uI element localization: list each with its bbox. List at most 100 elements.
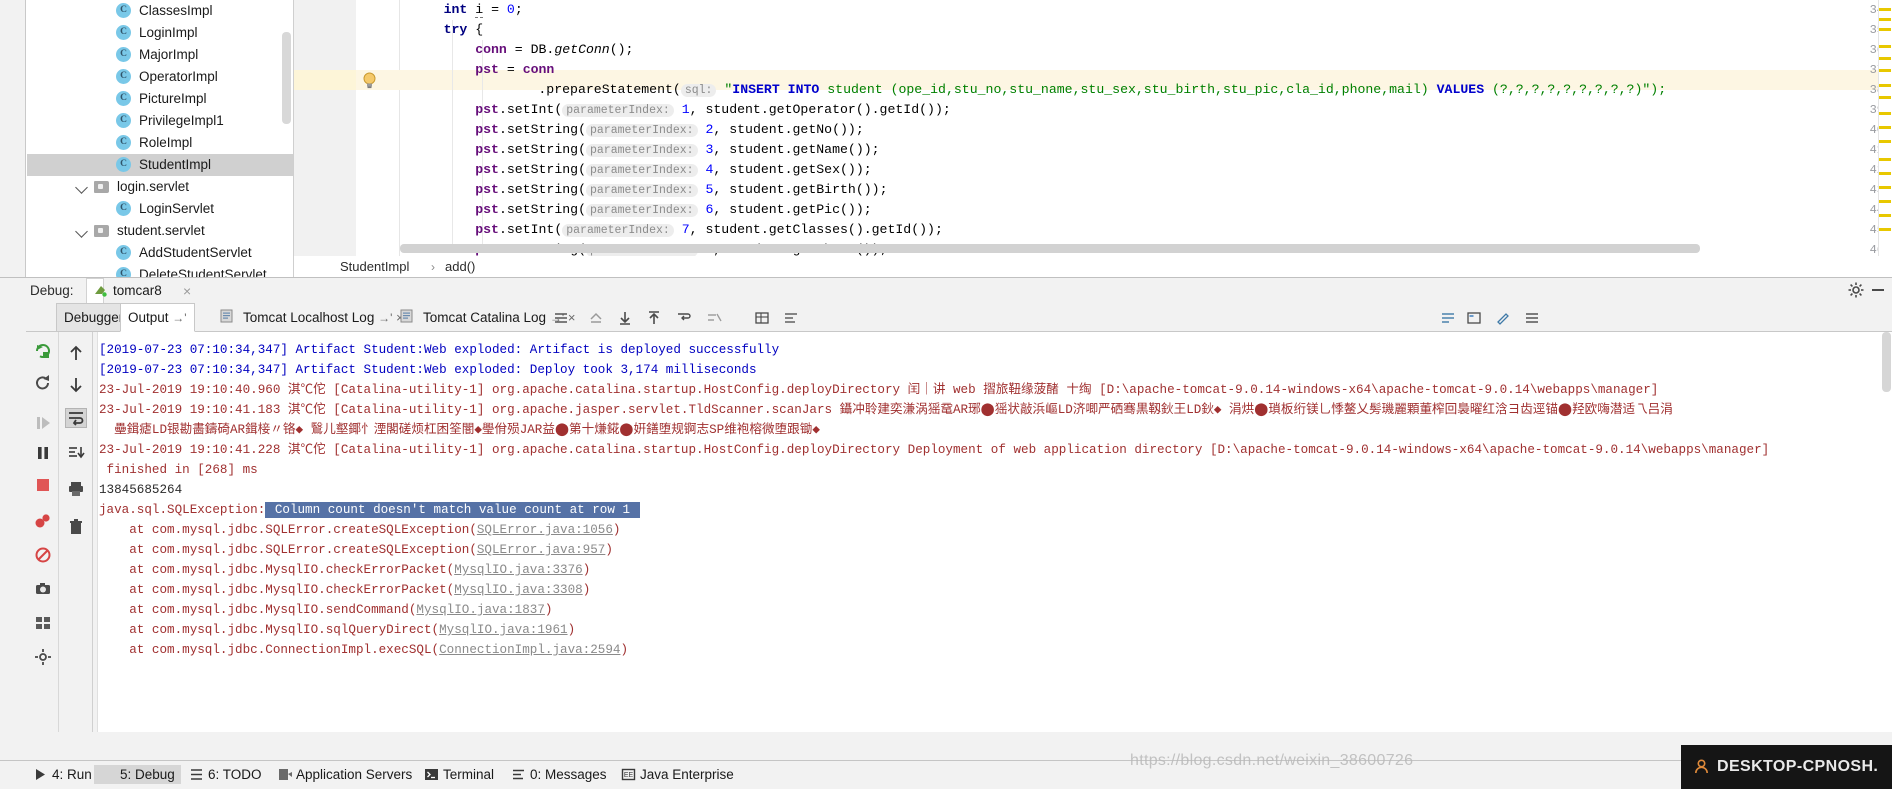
class-icon: C bbox=[116, 157, 131, 172]
run-configuration-tab[interactable]: tomcar8 × bbox=[86, 278, 191, 303]
tree-node[interactable]: C MajorImpl bbox=[27, 44, 293, 66]
console-text: at com.mysql.jdbc.SQLError.createSQLExce… bbox=[99, 543, 477, 557]
stop-icon[interactable] bbox=[34, 476, 52, 494]
code-token: pst bbox=[475, 162, 499, 177]
stacktrace-link[interactable]: SQLError.java:1056 bbox=[477, 523, 613, 537]
code-line[interactable]: pst.setString(parameterIndex: 4, student… bbox=[475, 160, 872, 180]
menu-icon[interactable] bbox=[553, 310, 569, 326]
status-bar-item[interactable]: Terminal bbox=[443, 767, 494, 782]
console-line: at com.mysql.jdbc.MysqlIO.sendCommand(My… bbox=[99, 600, 552, 620]
refresh-icon[interactable] bbox=[34, 374, 52, 392]
resume-icon[interactable] bbox=[34, 414, 52, 432]
tree-node[interactable]: C PictureImpl bbox=[27, 88, 293, 110]
mute-breakpoints-icon[interactable] bbox=[34, 546, 52, 564]
edit-icon[interactable] bbox=[1495, 310, 1511, 326]
stacktrace-link[interactable]: MysqlIO.java:1837 bbox=[416, 603, 544, 617]
stacktrace-link[interactable]: MysqlIO.java:1961 bbox=[439, 623, 567, 637]
view-breakpoints-icon[interactable] bbox=[34, 512, 52, 530]
stacktrace-link[interactable]: SQLError.java:957 bbox=[477, 543, 605, 557]
tree-node[interactable]: C StudentImpl bbox=[27, 154, 293, 176]
layout-icon[interactable] bbox=[34, 614, 52, 632]
stacktrace-link[interactable]: ConnectionImpl.java:2594 bbox=[439, 643, 620, 657]
code-line[interactable]: .prepareStatement(sql: "INSERT INTO stud… bbox=[538, 80, 1666, 100]
code-token: .setString( bbox=[498, 202, 586, 217]
code-line[interactable]: pst.setString(parameterIndex: 6, student… bbox=[475, 200, 872, 220]
tree-node[interactable]: C PrivilegeImpl1 bbox=[27, 110, 293, 132]
table-icon[interactable] bbox=[754, 310, 770, 326]
code-line[interactable]: pst.setString(parameterIndex: 2, student… bbox=[475, 120, 864, 140]
pause-icon[interactable] bbox=[34, 444, 52, 462]
rerun-icon[interactable] bbox=[34, 342, 52, 360]
stacktrace-link[interactable]: MysqlIO.java:3376 bbox=[454, 563, 582, 577]
status-bar-item[interactable]: 4: Run bbox=[52, 767, 92, 782]
code-token: ; bbox=[514, 2, 523, 17]
code-line[interactable]: try { bbox=[444, 20, 484, 40]
code-line[interactable]: pst.setString(parameterIndex: 3, student… bbox=[475, 140, 880, 160]
status-bar-item[interactable]: Java Enterprise bbox=[640, 767, 734, 782]
wrap-text-icon[interactable] bbox=[1440, 310, 1456, 326]
soft-wrap-icon[interactable] bbox=[676, 310, 692, 326]
scroll-to-end-icon[interactable] bbox=[67, 444, 85, 462]
console-line: [2019-07-23 07:10:34,347] Artifact Stude… bbox=[99, 360, 757, 380]
close-icon[interactable]: × bbox=[568, 310, 576, 325]
tree-node[interactable]: C AddStudentServlet bbox=[27, 242, 293, 264]
gear-icon[interactable] bbox=[1848, 282, 1864, 298]
chevron-down-icon[interactable] bbox=[75, 181, 88, 194]
tree-node[interactable]: C LoginServlet bbox=[27, 198, 293, 220]
editor-horizontal-scrollbar[interactable] bbox=[400, 244, 1700, 253]
project-tree[interactable]: C ClassesImpl C LoginImpl C MajorImpl C Operato… bbox=[27, 0, 294, 277]
console-selected-text[interactable]: Column count doesn't match value count a… bbox=[265, 502, 640, 518]
code-editor[interactable]: 34 int i = 0; 35 try {36 conn = DB.getConn()… bbox=[294, 0, 1892, 256]
breadcrumb-item-class[interactable]: StudentImpl bbox=[340, 259, 409, 274]
scroll-up-icon[interactable] bbox=[646, 310, 662, 326]
console-view-icon[interactable] bbox=[1466, 310, 1482, 326]
code-line[interactable]: int i = 0; bbox=[444, 0, 523, 20]
code-token: VALUES bbox=[1436, 82, 1485, 97]
soft-wrap-toggle-icon[interactable] bbox=[65, 408, 87, 428]
chevron-down-icon[interactable] bbox=[75, 225, 88, 238]
code-line[interactable]: pst = conn bbox=[475, 60, 554, 80]
intention-bulb-icon[interactable] bbox=[362, 72, 377, 89]
tree-node[interactable]: student.servlet bbox=[27, 220, 293, 242]
tab-output[interactable]: Output →' bbox=[120, 303, 195, 332]
tree-node[interactable]: C ClassesImpl bbox=[27, 0, 293, 22]
status-bar-item[interactable]: Application Servers bbox=[296, 767, 412, 782]
editor-error-stripe[interactable] bbox=[1878, 0, 1892, 256]
code-line[interactable]: conn = DB.getConn(); bbox=[475, 40, 633, 60]
minimize-icon[interactable] bbox=[1872, 289, 1884, 291]
tree-node[interactable]: C OperatorImpl bbox=[27, 66, 293, 88]
pin-icon[interactable]: →' bbox=[172, 311, 186, 325]
arrow-down-icon[interactable] bbox=[67, 376, 85, 394]
trash-icon[interactable] bbox=[67, 518, 85, 536]
status-bar-item[interactable]: 6: TODO bbox=[208, 767, 262, 782]
stop-wrap-icon[interactable] bbox=[706, 310, 722, 326]
editor-gutter-fold bbox=[356, 0, 400, 256]
console-scrollbar[interactable] bbox=[1882, 332, 1891, 392]
more-icon[interactable] bbox=[1524, 310, 1540, 326]
settings-icon[interactable] bbox=[34, 648, 52, 666]
tree-node[interactable]: login.servlet bbox=[27, 176, 293, 198]
tree-node[interactable]: C RoleImpl bbox=[27, 132, 293, 154]
breadcrumb-item-method[interactable]: add() bbox=[445, 259, 475, 274]
console-line: at com.mysql.jdbc.ConnectionImpl.execSQL… bbox=[99, 640, 628, 660]
code-line[interactable]: pst.setInt(parameterIndex: 1, student.ge… bbox=[475, 100, 951, 120]
console-line: at com.mysql.jdbc.SQLError.createSQLExce… bbox=[99, 520, 620, 540]
console-output[interactable]: [2019-07-23 07:10:34,347] Artifact Stude… bbox=[93, 332, 1892, 732]
code-line[interactable]: pst.setString(parameterIndex: 5, student… bbox=[475, 180, 887, 200]
status-bar-item[interactable]: 0: Messages bbox=[530, 767, 607, 782]
code-line[interactable]: pst.setInt(parameterIndex: 7, student.ge… bbox=[475, 220, 943, 240]
scroll-down-icon[interactable] bbox=[617, 310, 633, 326]
pin-icon[interactable]: →' bbox=[378, 311, 392, 325]
arrow-up-icon[interactable] bbox=[67, 344, 85, 362]
close-icon[interactable]: × bbox=[183, 283, 191, 299]
scroll-to-top-icon[interactable] bbox=[588, 310, 604, 326]
tree-node[interactable]: C LoginImpl bbox=[27, 22, 293, 44]
status-bar-item[interactable]: 5: Debug bbox=[94, 765, 181, 784]
stacktrace-link[interactable]: MysqlIO.java:3308 bbox=[454, 583, 582, 597]
camera-icon[interactable] bbox=[34, 580, 52, 598]
tab-tomcat-localhost-log[interactable]: Tomcat Localhost Log →' × bbox=[216, 303, 411, 332]
print-icon[interactable] bbox=[67, 480, 85, 498]
settings-list-icon[interactable] bbox=[783, 310, 799, 326]
tree-node[interactable]: C DeleteStudentServlet bbox=[27, 264, 293, 277]
status-bar: 4: Run 5: Debug 6: TODO Application Servers… bbox=[0, 760, 1892, 789]
